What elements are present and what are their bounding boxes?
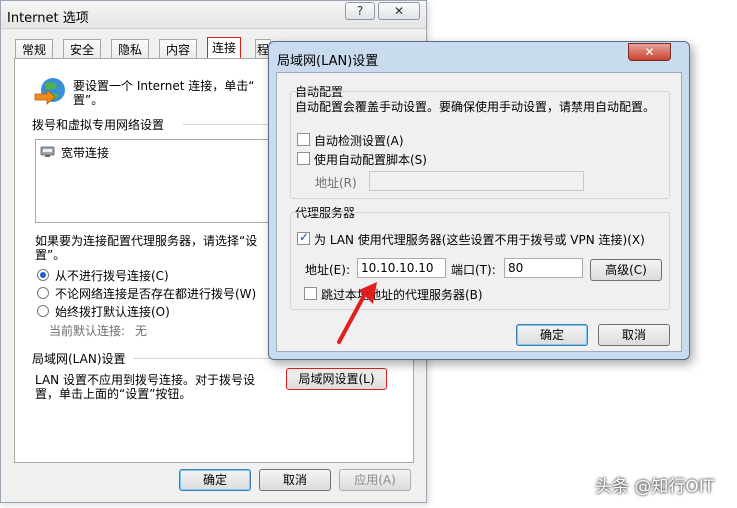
script-address-input[interactable] [369, 171, 584, 191]
ok-button[interactable]: 确定 [179, 469, 251, 491]
ok-button[interactable]: 确定 [516, 324, 588, 346]
apply-button[interactable]: 应用(A) [339, 469, 411, 491]
window-title: Internet 选项 [7, 11, 89, 26]
network-connection-icon [39, 144, 57, 161]
radio-button[interactable] [37, 269, 49, 281]
use-proxy-checkbox[interactable] [297, 230, 310, 245]
divider [183, 124, 271, 125]
dialup-list[interactable]: 宽带连接 [35, 139, 275, 223]
radio-button[interactable] [37, 287, 49, 299]
radio-label: 从不进行拨号连接(C) [55, 269, 169, 283]
title-bar: Internet 选项 ? ✕ [1, 1, 426, 29]
proxy-address-input[interactable]: 10.10.10.10 [357, 258, 446, 278]
checkbox-label: 自动检测设置(A) [314, 134, 404, 148]
lan-settings-dialog: 局域网(LAN)设置 ✕ 自动配置 自动配置会覆盖手动设置。要确保使用手动设置，… [268, 41, 690, 360]
tab-connections[interactable]: 连接 [207, 37, 241, 60]
address-label: 地址(E): [305, 263, 350, 277]
port-label: 端口(T): [451, 263, 496, 277]
tab-general[interactable]: 常规 [15, 39, 53, 60]
radio-dial-whenever[interactable]: 不论网络连接是否存在都进行拨号(W) [37, 285, 287, 301]
list-item-label: 宽带连接 [61, 146, 110, 160]
auto-detect-checkbox-row[interactable]: 自动检测设置(A) [297, 132, 497, 148]
proxy-port-input[interactable]: 80 [504, 258, 583, 278]
use-script-checkbox[interactable] [297, 152, 310, 165]
lan-settings-button[interactable]: 局域网设置(L) [286, 368, 387, 390]
script-address-label: 地址(R) [315, 176, 357, 190]
dialog-title: 局域网(LAN)设置 [277, 54, 379, 69]
tab-security[interactable]: 安全 [63, 39, 101, 60]
current-default-label: 当前默认连接: [49, 324, 126, 338]
auto-config-desc: 自动配置会覆盖手动设置。要确保使用手动设置，请禁用自动配置。 [295, 100, 656, 114]
setup-text-line2: 置”。 [73, 93, 104, 107]
proxy-text-line2: 置”。 [35, 248, 66, 262]
advanced-button[interactable]: 高级(C) [590, 259, 662, 281]
checkbox-label: 为 LAN 使用代理服务器(这些设置不用于拨号或 VPN 连接)(X) [314, 233, 645, 247]
globe-icon [33, 76, 67, 109]
close-button[interactable]: ✕ [378, 2, 420, 20]
list-item[interactable]: 宽带连接 [39, 143, 159, 161]
close-button[interactable]: ✕ [628, 43, 671, 61]
tab-privacy[interactable]: 隐私 [111, 39, 149, 60]
current-default-value: 无 [135, 324, 148, 338]
cancel-button[interactable]: 取消 [598, 324, 670, 346]
lan-text-line2: 置，单击上面的“设置”按钮。 [35, 387, 192, 401]
watermark: 头条 @知行OIT [595, 477, 715, 497]
cancel-button[interactable]: 取消 [259, 469, 331, 491]
radio-never-dial[interactable]: 从不进行拨号连接(C) [37, 267, 277, 283]
radio-always-dial[interactable]: 始终拨打默认连接(O) [37, 303, 277, 319]
bypass-local-checkbox[interactable] [304, 287, 317, 300]
dialup-heading: 拨号和虚拟专用网络设置 [32, 118, 165, 132]
proxy-text-line1: 如果要为连接配置代理服务器，请选择“设 [35, 234, 258, 248]
use-proxy-checkbox-row[interactable]: 为 LAN 使用代理服务器(这些设置不用于拨号或 VPN 连接)(X) [297, 230, 667, 247]
help-button[interactable]: ? [345, 2, 375, 20]
radio-label: 不论网络连接是否存在都进行拨号(W) [55, 287, 257, 301]
tab-content[interactable]: 内容 [159, 39, 197, 60]
annotation-arrow-icon [335, 280, 385, 348]
lan-heading: 局域网(LAN)设置 [32, 352, 126, 366]
checkbox-label: 使用自动配置脚本(S) [314, 153, 427, 167]
radio-label: 始终拨打默认连接(O) [55, 305, 170, 319]
radio-button[interactable] [37, 305, 49, 317]
use-script-checkbox-row[interactable]: 使用自动配置脚本(S) [297, 151, 497, 167]
auto-detect-checkbox[interactable] [297, 133, 310, 146]
